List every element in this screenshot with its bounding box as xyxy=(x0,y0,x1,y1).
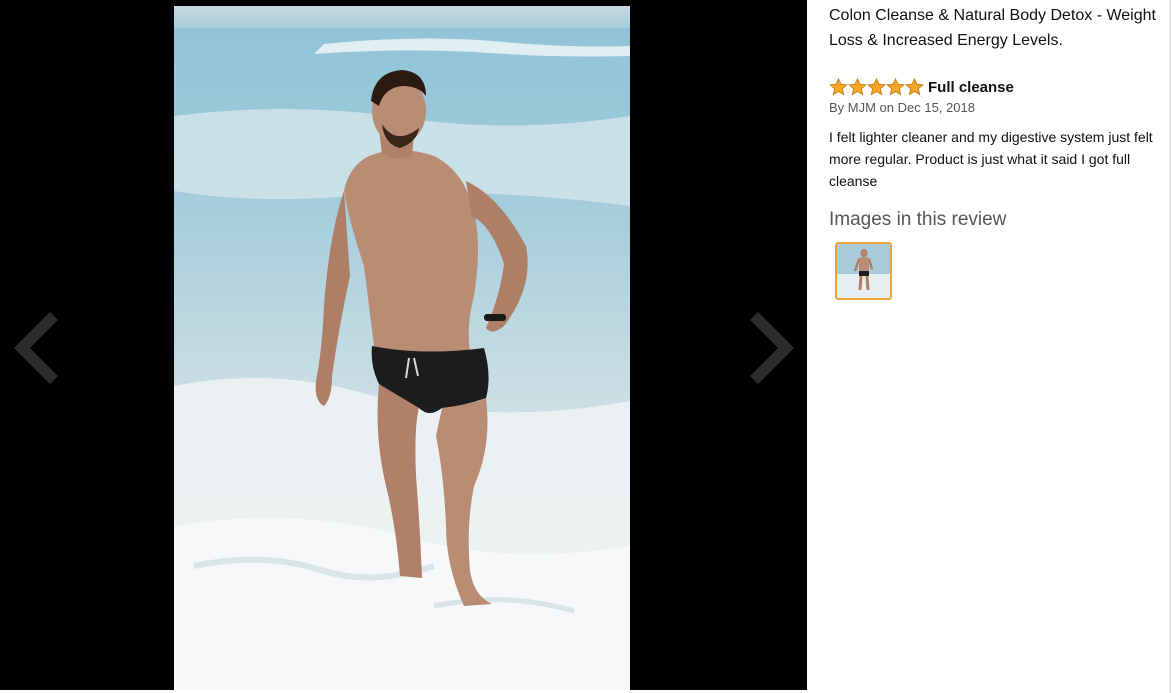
review-byline: By MJM on Dec 15, 2018 xyxy=(829,100,975,115)
star-icon xyxy=(886,78,905,96)
review-body: I felt lighter cleaner and my digestive … xyxy=(829,129,1153,189)
images-section-heading: Images in this review xyxy=(829,209,1007,230)
review-header: Full cleanse xyxy=(829,76,1014,98)
chevron-right-icon xyxy=(750,312,794,384)
image-viewer xyxy=(0,0,807,690)
previous-image-button[interactable] xyxy=(6,310,66,386)
review-photo xyxy=(174,6,630,690)
star-icon xyxy=(848,78,867,96)
review-title[interactable]: Full cleanse xyxy=(928,79,1014,96)
star-icon xyxy=(829,78,848,96)
star-icon xyxy=(905,78,924,96)
chevron-left-icon xyxy=(14,312,58,384)
next-image-button[interactable] xyxy=(742,310,802,386)
product-title: Colon Cleanse & Natural Body Detox - Wei… xyxy=(829,7,1156,49)
star-icon xyxy=(867,78,886,96)
review-image-thumbnail[interactable] xyxy=(835,242,892,300)
star-rating xyxy=(829,78,924,96)
review-panel: Colon Cleanse & Natural Body Detox - Wei… xyxy=(807,0,1171,693)
